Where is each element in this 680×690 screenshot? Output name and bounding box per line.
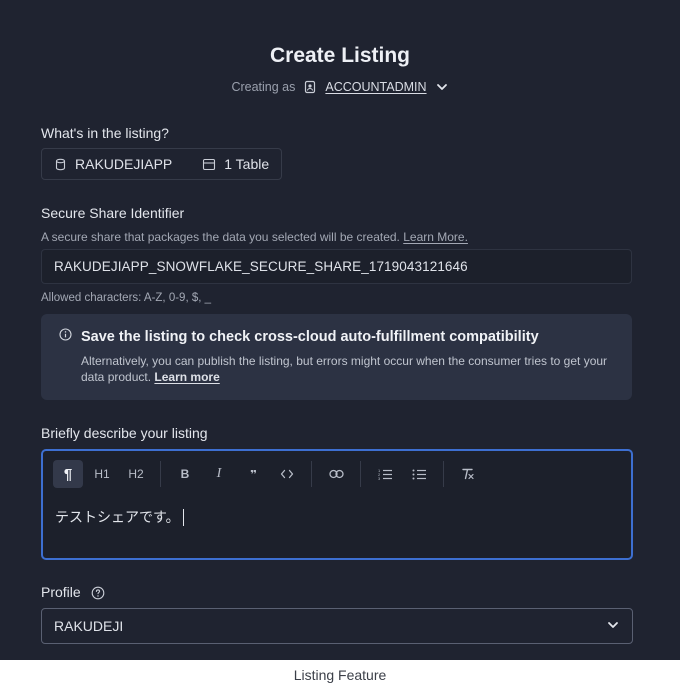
listing-contents-label: What's in the listing? [41,125,169,141]
link-icon [328,469,344,479]
share-description-text: A secure share that packages the data yo… [41,230,400,244]
auto-fulfillment-callout: Save the listing to check cross-cloud au… [41,314,632,400]
profile-selected-value: RAKUDEJI [54,618,124,634]
table-icon [202,158,216,171]
chevron-down-icon[interactable] [435,80,449,94]
heading1-button[interactable]: H1 [87,460,117,488]
creating-as-row: Creating as ACCOUNTADMIN [0,80,680,94]
share-identifier-input[interactable]: RAKUDEJIAPP_SNOWFLAKE_SECURE_SHARE_17190… [41,249,632,284]
callout-learn-more-link[interactable]: Learn more [154,370,219,384]
listing-contents-pill[interactable]: RAKUDEJIAPP 1 Table [41,148,283,180]
share-identifier-label: Secure Share Identifier [41,205,185,221]
database-icon [54,158,67,171]
editor-text: テストシェアです。 [55,509,180,525]
link-button[interactable] [321,460,351,488]
italic-button[interactable]: I [204,460,234,488]
learn-more-link[interactable]: Learn More. [403,230,468,244]
toolbar-divider [443,461,444,487]
create-listing-panel: Create Listing Creating as ACCOUNTADMIN … [0,0,680,660]
profile-label: Profile [41,584,81,600]
svg-text:3: 3 [378,476,381,480]
clear-format-icon [462,468,474,480]
editor-content[interactable]: テストシェアです。 [55,507,184,527]
bullet-list-button[interactable] [404,460,434,488]
bold-button[interactable]: B [170,460,200,488]
figure-caption: Listing Feature [0,660,680,690]
toolbar-divider [360,461,361,487]
ordered-list-button[interactable]: 123 [370,460,400,488]
callout-title: Save the listing to check cross-cloud au… [81,328,539,345]
text-cursor [182,508,184,526]
editor-toolbar: ¶ H1 H2 B I ❜❜ 123 [53,459,487,489]
quote-button[interactable]: ❜❜ [238,460,268,488]
profile-label-row: Profile [41,584,105,600]
id-badge-icon [303,80,317,94]
paragraph-button[interactable]: ¶ [53,460,83,488]
description-editor[interactable]: ¶ H1 H2 B I ❜❜ 123 テストシェアです。 [41,449,633,560]
info-icon [59,328,72,345]
share-identifier-description: A secure share that packages the data yo… [41,230,468,244]
help-icon[interactable] [91,586,105,600]
ordered-list-icon: 123 [378,468,392,480]
clear-format-button[interactable] [453,460,483,488]
table-count: 1 Table [224,156,270,172]
code-button[interactable] [272,460,302,488]
callout-body: Alternatively, you can publish the listi… [81,353,614,385]
page-title: Create Listing [269,44,411,67]
database-name: RAKUDEJIAPP [75,156,173,172]
account-role-link[interactable]: ACCOUNTADMIN [325,80,426,94]
profile-select[interactable]: RAKUDEJI [41,608,633,644]
allowed-characters-hint: Allowed characters: A-Z, 0-9, $, _ [41,292,212,304]
heading2-button[interactable]: H2 [121,460,151,488]
chevron-down-icon [606,618,620,635]
toolbar-divider [160,461,161,487]
code-icon [280,469,294,479]
creating-as-label: Creating as [231,80,296,94]
description-label: Briefly describe your listing [41,425,208,441]
toolbar-divider [311,461,312,487]
bullet-list-icon [412,469,426,480]
